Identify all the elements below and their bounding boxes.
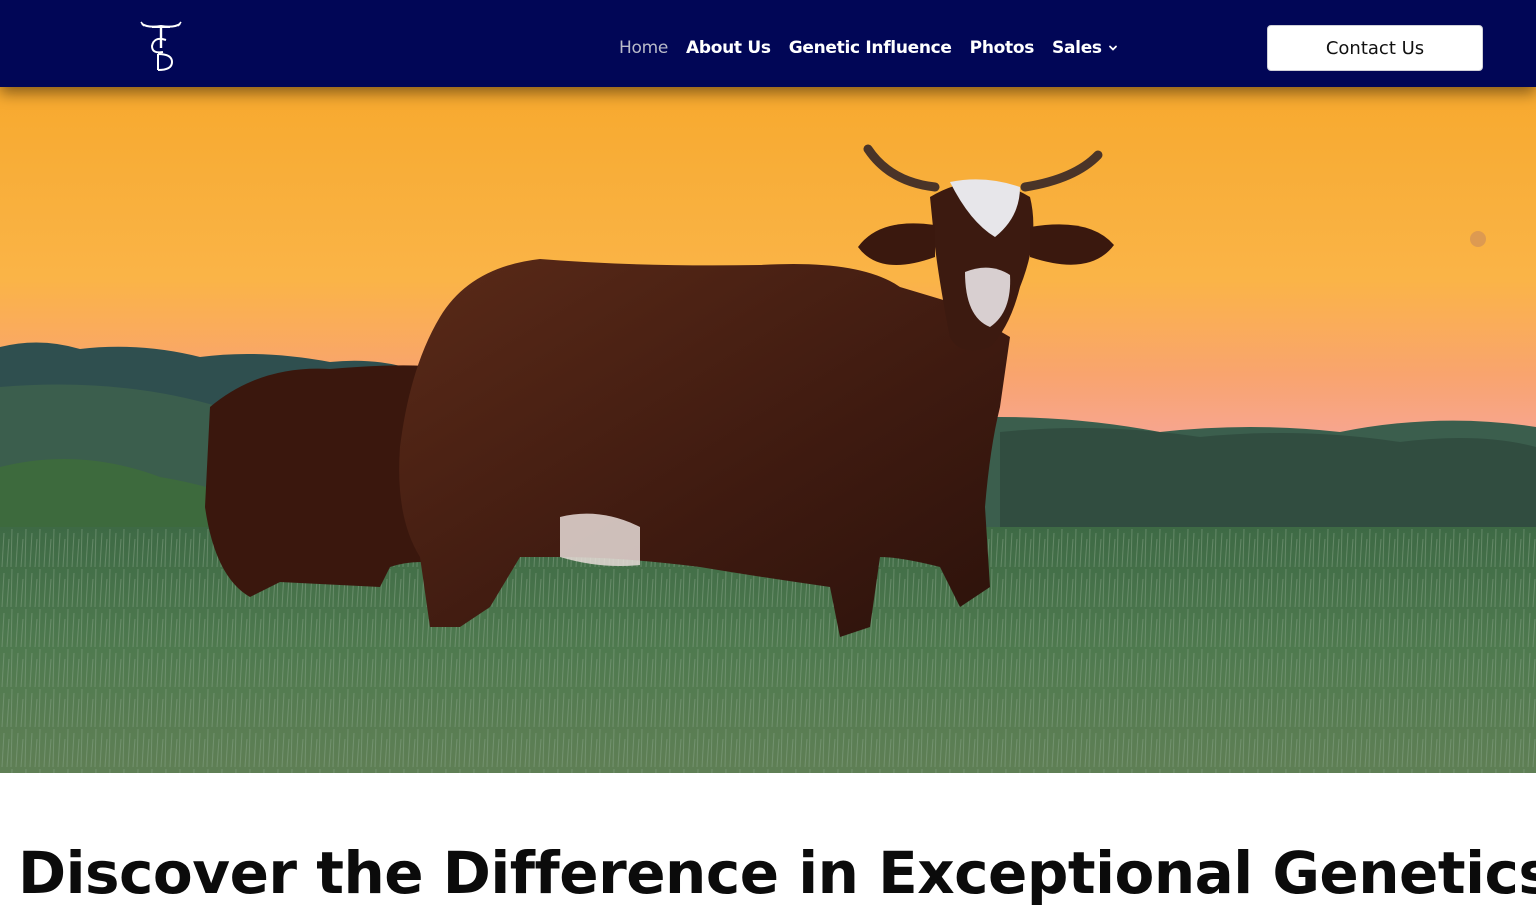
steer-horns-monogram-icon — [140, 21, 182, 71]
nav-about-us[interactable]: About Us — [686, 38, 771, 58]
main-nav: Home About Us Genetic Influence Photos S… — [610, 30, 1127, 66]
nav-sales-label: Sales — [1052, 38, 1102, 58]
nav-photos[interactable]: Photos — [970, 38, 1035, 58]
page-headline: Discover the Difference in Exceptional G… — [18, 838, 1536, 907]
site-header: Home About Us Genetic Influence Photos S… — [0, 0, 1536, 87]
hero-cattle-sunset-photo — [0, 87, 1536, 773]
chevron-down-icon — [1108, 45, 1117, 51]
hero-image — [0, 87, 1536, 773]
contact-us-button[interactable]: Contact Us — [1267, 25, 1483, 71]
nav-genetic-influence[interactable]: Genetic Influence — [789, 38, 952, 58]
logo[interactable] — [138, 18, 184, 74]
nav-home[interactable]: Home — [619, 38, 668, 58]
nav-sales[interactable]: Sales — [1052, 38, 1118, 58]
